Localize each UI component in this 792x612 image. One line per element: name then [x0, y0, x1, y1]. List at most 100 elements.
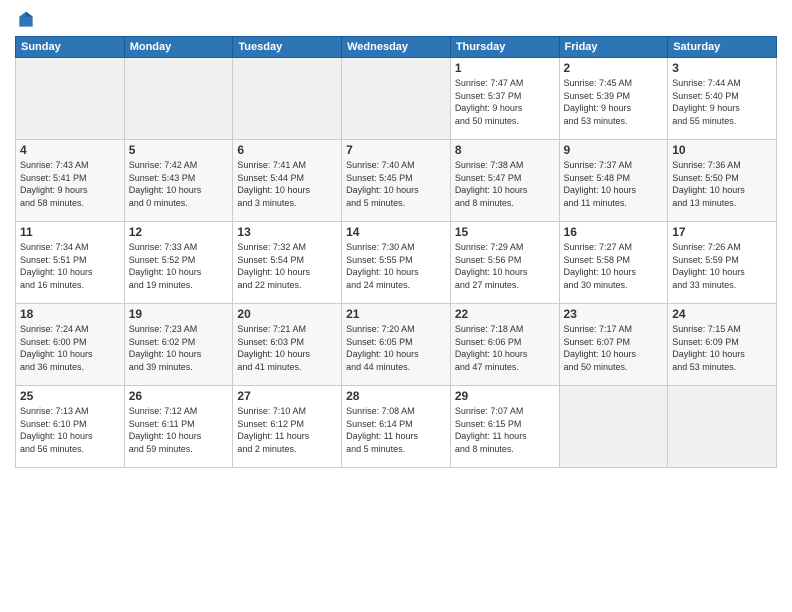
weekday-header-wednesday: Wednesday	[342, 37, 451, 58]
calendar-cell: 15 Sunrise: 7:29 AMSunset: 5:56 PMDayligh…	[450, 222, 559, 304]
logo-icon	[16, 10, 36, 30]
weekday-header-tuesday: Tuesday	[233, 37, 342, 58]
day-number: 28	[346, 389, 446, 403]
day-number: 16	[564, 225, 664, 239]
day-number: 26	[129, 389, 229, 403]
day-number: 2	[564, 61, 664, 75]
calendar-cell: 12 Sunrise: 7:33 AMSunset: 5:52 PMDayligh…	[124, 222, 233, 304]
calendar-cell: 20 Sunrise: 7:21 AMSunset: 6:03 PMDayligh…	[233, 304, 342, 386]
calendar-cell: 23Sunrise: 7:17 AMSunset: 6:07 PMDayligh…	[559, 304, 668, 386]
day-number: 14	[346, 225, 446, 239]
week-row-1: 1Sunrise: 7:47 AMSunset: 5:37 PMDaylight…	[16, 58, 777, 140]
day-info: Sunrise: 7:30 AMSunset: 5:55 PMDaylight:…	[346, 241, 446, 291]
day-info: Sunrise: 7:23 AMSunset: 6:02 PMDaylight:…	[129, 323, 229, 373]
day-info: Sunrise: 7:21 AMSunset: 6:03 PMDaylight:…	[237, 323, 337, 373]
day-number: 29	[455, 389, 555, 403]
day-number: 24	[672, 307, 772, 321]
day-info: Sunrise: 7:12 AMSunset: 6:11 PMDaylight:…	[129, 405, 229, 455]
day-info: Sunrise: 7:36 AMSunset: 5:50 PMDaylight:…	[672, 159, 772, 209]
day-info: Sunrise: 7:37 AMSunset: 5:48 PMDaylight:…	[564, 159, 664, 209]
day-info: Sunrise: 7:15 AMSunset: 6:09 PMDaylight:…	[672, 323, 772, 373]
calendar-cell: 29 Sunrise: 7:07 AMSunset: 6:15 PMDayligh…	[450, 386, 559, 468]
day-number: 25	[20, 389, 120, 403]
calendar-cell	[16, 58, 125, 140]
weekday-header-row: SundayMondayTuesdayWednesdayThursdayFrid…	[16, 37, 777, 58]
day-number: 4	[20, 143, 120, 157]
calendar-cell: 2 Sunrise: 7:45 AMSunset: 5:39 PMDaylight…	[559, 58, 668, 140]
calendar-cell: 13 Sunrise: 7:32 AMSunset: 5:54 PMDayligh…	[233, 222, 342, 304]
calendar-cell: 25 Sunrise: 7:13 AMSunset: 6:10 PMDayligh…	[16, 386, 125, 468]
weekday-header-saturday: Saturday	[668, 37, 777, 58]
day-info: Sunrise: 7:17 AMSunset: 6:07 PMDaylight:…	[564, 323, 664, 373]
calendar: SundayMondayTuesdayWednesdayThursdayFrid…	[15, 36, 777, 468]
day-number: 6	[237, 143, 337, 157]
week-row-4: 18 Sunrise: 7:24 AMSunset: 6:00 PMDayligh…	[16, 304, 777, 386]
day-info: Sunrise: 7:18 AMSunset: 6:06 PMDaylight:…	[455, 323, 555, 373]
day-info: Sunrise: 7:27 AMSunset: 5:58 PMDaylight:…	[564, 241, 664, 291]
week-row-2: 4 Sunrise: 7:43 AMSunset: 5:41 PMDaylight…	[16, 140, 777, 222]
calendar-cell: 7 Sunrise: 7:40 AMSunset: 5:45 PMDaylight…	[342, 140, 451, 222]
day-number: 12	[129, 225, 229, 239]
day-number: 15	[455, 225, 555, 239]
day-number: 22	[455, 307, 555, 321]
weekday-header-monday: Monday	[124, 37, 233, 58]
calendar-cell: 8 Sunrise: 7:38 AMSunset: 5:47 PMDaylight…	[450, 140, 559, 222]
day-number: 5	[129, 143, 229, 157]
day-info: Sunrise: 7:13 AMSunset: 6:10 PMDaylight:…	[20, 405, 120, 455]
day-info: Sunrise: 7:32 AMSunset: 5:54 PMDaylight:…	[237, 241, 337, 291]
day-info: Sunrise: 7:29 AMSunset: 5:56 PMDaylight:…	[455, 241, 555, 291]
day-info: Sunrise: 7:38 AMSunset: 5:47 PMDaylight:…	[455, 159, 555, 209]
calendar-cell: 28 Sunrise: 7:08 AMSunset: 6:14 PMDayligh…	[342, 386, 451, 468]
day-number: 19	[129, 307, 229, 321]
header	[15, 10, 777, 28]
day-info: Sunrise: 7:07 AMSunset: 6:15 PMDaylight:…	[455, 405, 555, 455]
day-info: Sunrise: 7:44 AMSunset: 5:40 PMDaylight:…	[672, 77, 772, 127]
day-number: 13	[237, 225, 337, 239]
calendar-cell: 10Sunrise: 7:36 AMSunset: 5:50 PMDayligh…	[668, 140, 777, 222]
day-info: Sunrise: 7:40 AMSunset: 5:45 PMDaylight:…	[346, 159, 446, 209]
day-info: Sunrise: 7:26 AMSunset: 5:59 PMDaylight:…	[672, 241, 772, 291]
day-info: Sunrise: 7:20 AMSunset: 6:05 PMDaylight:…	[346, 323, 446, 373]
weekday-header-sunday: Sunday	[16, 37, 125, 58]
calendar-cell: 11 Sunrise: 7:34 AMSunset: 5:51 PMDayligh…	[16, 222, 125, 304]
weekday-header-thursday: Thursday	[450, 37, 559, 58]
calendar-cell: 19 Sunrise: 7:23 AMSunset: 6:02 PMDayligh…	[124, 304, 233, 386]
day-number: 20	[237, 307, 337, 321]
calendar-cell: 16 Sunrise: 7:27 AMSunset: 5:58 PMDayligh…	[559, 222, 668, 304]
calendar-cell: 27 Sunrise: 7:10 AMSunset: 6:12 PMDayligh…	[233, 386, 342, 468]
day-number: 18	[20, 307, 120, 321]
day-number: 3	[672, 61, 772, 75]
calendar-cell	[342, 58, 451, 140]
calendar-cell: 9Sunrise: 7:37 AMSunset: 5:48 PMDaylight…	[559, 140, 668, 222]
day-number: 27	[237, 389, 337, 403]
day-number: 17	[672, 225, 772, 239]
day-info: Sunrise: 7:33 AMSunset: 5:52 PMDaylight:…	[129, 241, 229, 291]
calendar-cell: 6Sunrise: 7:41 AMSunset: 5:44 PMDaylight…	[233, 140, 342, 222]
day-info: Sunrise: 7:08 AMSunset: 6:14 PMDaylight:…	[346, 405, 446, 455]
calendar-cell: 4 Sunrise: 7:43 AMSunset: 5:41 PMDaylight…	[16, 140, 125, 222]
calendar-cell: 5 Sunrise: 7:42 AMSunset: 5:43 PMDaylight…	[124, 140, 233, 222]
calendar-cell: 18 Sunrise: 7:24 AMSunset: 6:00 PMDayligh…	[16, 304, 125, 386]
calendar-cell: 3 Sunrise: 7:44 AMSunset: 5:40 PMDaylight…	[668, 58, 777, 140]
calendar-cell: 26 Sunrise: 7:12 AMSunset: 6:11 PMDayligh…	[124, 386, 233, 468]
day-info: Sunrise: 7:24 AMSunset: 6:00 PMDaylight:…	[20, 323, 120, 373]
day-info: Sunrise: 7:34 AMSunset: 5:51 PMDaylight:…	[20, 241, 120, 291]
day-number: 11	[20, 225, 120, 239]
day-info: Sunrise: 7:45 AMSunset: 5:39 PMDaylight:…	[564, 77, 664, 127]
week-row-3: 11 Sunrise: 7:34 AMSunset: 5:51 PMDayligh…	[16, 222, 777, 304]
day-number: 1	[455, 61, 555, 75]
calendar-cell: 14 Sunrise: 7:30 AMSunset: 5:55 PMDayligh…	[342, 222, 451, 304]
day-info: Sunrise: 7:42 AMSunset: 5:43 PMDaylight:…	[129, 159, 229, 209]
day-number: 7	[346, 143, 446, 157]
calendar-cell: 1Sunrise: 7:47 AMSunset: 5:37 PMDaylight…	[450, 58, 559, 140]
calendar-cell	[559, 386, 668, 468]
day-info: Sunrise: 7:43 AMSunset: 5:41 PMDaylight:…	[20, 159, 120, 209]
weekday-header-friday: Friday	[559, 37, 668, 58]
calendar-cell: 21 Sunrise: 7:20 AMSunset: 6:05 PMDayligh…	[342, 304, 451, 386]
day-number: 21	[346, 307, 446, 321]
calendar-cell	[124, 58, 233, 140]
calendar-cell	[233, 58, 342, 140]
day-number: 8	[455, 143, 555, 157]
week-row-5: 25 Sunrise: 7:13 AMSunset: 6:10 PMDayligh…	[16, 386, 777, 468]
day-info: Sunrise: 7:10 AMSunset: 6:12 PMDaylight:…	[237, 405, 337, 455]
